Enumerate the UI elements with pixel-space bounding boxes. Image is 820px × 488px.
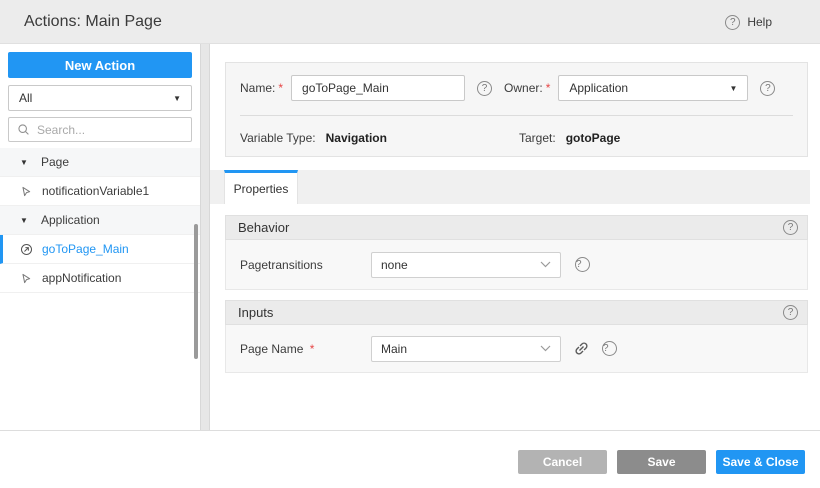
- search-box: [8, 117, 192, 142]
- chevron-down-icon: [540, 345, 551, 352]
- actions-sidebar: New Action All ▼ ▼ Page notificationVari…: [0, 44, 200, 430]
- tree-group-label: Application: [41, 213, 100, 227]
- inputs-section: Inputs ? Page Name * Main ?: [225, 300, 808, 373]
- filter-dropdown[interactable]: All ▼: [8, 85, 192, 111]
- owner-select[interactable]: Application ▼: [558, 75, 749, 101]
- navigation-icon: [20, 243, 33, 255]
- page-name-help-icon[interactable]: ?: [602, 341, 617, 356]
- tab-properties[interactable]: Properties: [224, 170, 298, 204]
- inputs-section-body: Page Name * Main ?: [225, 325, 808, 373]
- tree-item-label: appNotification: [42, 271, 122, 285]
- summary-divider: [240, 115, 793, 116]
- behavior-section-body: Pagetransitions none ?: [225, 240, 808, 290]
- inputs-section-title: Inputs: [238, 305, 274, 320]
- owner-help-icon[interactable]: ?: [760, 80, 776, 96]
- behavior-section-title: Behavior: [238, 220, 290, 235]
- pagetransitions-dropdown[interactable]: none: [371, 251, 561, 278]
- name-help-icon[interactable]: ?: [477, 80, 493, 96]
- behavior-section: Behavior ? Pagetransitions none ?: [225, 215, 808, 290]
- actions-tree: ▼ Page notificationVariable1 ▼ Applicati…: [0, 148, 200, 293]
- page-name-value: Main: [381, 341, 408, 356]
- behavior-section-header: Behavior ?: [225, 215, 808, 240]
- variable-type-value: Navigation: [325, 131, 387, 145]
- page-title: Actions: Main Page: [24, 12, 162, 30]
- app-header: Actions: Main Page ? Help: [0, 0, 820, 44]
- target-label: Target:: [519, 131, 556, 145]
- pagetransitions-label: Pagetransitions: [240, 257, 323, 272]
- caret-down-icon: ▼: [729, 83, 738, 93]
- sidebar-scrollbar[interactable]: [194, 224, 198, 359]
- pagetransitions-value: none: [381, 257, 408, 272]
- tree-item-appnotification[interactable]: appNotification: [0, 264, 200, 293]
- cancel-button[interactable]: Cancel: [518, 450, 607, 474]
- tree-item-gotopage-main[interactable]: goToPage_Main: [0, 235, 200, 264]
- inputs-section-header: Inputs ?: [225, 300, 808, 325]
- save-button[interactable]: Save: [617, 450, 706, 474]
- chevron-down-icon: [540, 261, 551, 268]
- chevron-down-icon: ▼: [20, 157, 28, 167]
- tree-item-label: goToPage_Main: [42, 242, 129, 256]
- tree-group-label: Page: [41, 155, 70, 169]
- tree-group-page[interactable]: ▼ Page: [0, 148, 200, 177]
- chevron-down-icon: ▼: [20, 215, 28, 225]
- behavior-help-icon[interactable]: ?: [783, 220, 798, 235]
- type-target-row: Variable Type: Navigation Target: gotoPa…: [240, 127, 793, 149]
- caret-down-icon: ▼: [173, 93, 181, 103]
- variable-flag-icon: [22, 186, 31, 196]
- target-value: gotoPage: [565, 131, 621, 145]
- required-asterisk: *: [545, 81, 551, 95]
- inputs-help-icon[interactable]: ?: [783, 305, 798, 320]
- name-input[interactable]: [291, 75, 466, 101]
- tab-bar: Properties: [210, 170, 810, 204]
- search-icon: [18, 124, 29, 135]
- main-panel: Name: * ? Owner: * Application ▼ ? Varia…: [210, 44, 820, 430]
- help-label: Help: [747, 15, 772, 29]
- name-owner-row: Name: * ? Owner: * Application ▼ ?: [240, 75, 793, 101]
- footer-buttons: Cancel Save Save & Close: [518, 450, 805, 474]
- footer-bar: Cancel Save Save & Close: [0, 430, 820, 488]
- tree-item-notificationvariable1[interactable]: notificationVariable1: [0, 177, 200, 206]
- tree-group-application[interactable]: ▼ Application: [0, 206, 200, 235]
- new-action-button[interactable]: New Action: [8, 52, 192, 78]
- search-input[interactable]: [37, 122, 183, 137]
- filter-value: All: [19, 91, 33, 105]
- name-label: Name:: [240, 81, 276, 95]
- required-asterisk: *: [278, 81, 284, 95]
- variable-flag-icon: [22, 273, 31, 283]
- save-and-close-button[interactable]: Save & Close: [716, 450, 805, 474]
- page-name-dropdown[interactable]: Main: [371, 335, 561, 362]
- tree-item-label: notificationVariable1: [42, 184, 150, 198]
- owner-label: Owner:: [504, 81, 543, 95]
- page-name-label: Page Name *: [240, 341, 315, 356]
- action-summary-panel: Name: * ? Owner: * Application ▼ ? Varia…: [225, 62, 808, 157]
- help-icon: ?: [725, 14, 741, 30]
- panel-divider: [200, 44, 210, 430]
- owner-value: Application: [569, 81, 629, 95]
- required-asterisk: *: [309, 341, 315, 356]
- variable-type-label: Variable Type:: [240, 131, 316, 145]
- pagetransitions-help-icon[interactable]: ?: [575, 257, 590, 272]
- help-link[interactable]: ? Help: [725, 0, 772, 44]
- bind-link-icon[interactable]: [573, 340, 590, 357]
